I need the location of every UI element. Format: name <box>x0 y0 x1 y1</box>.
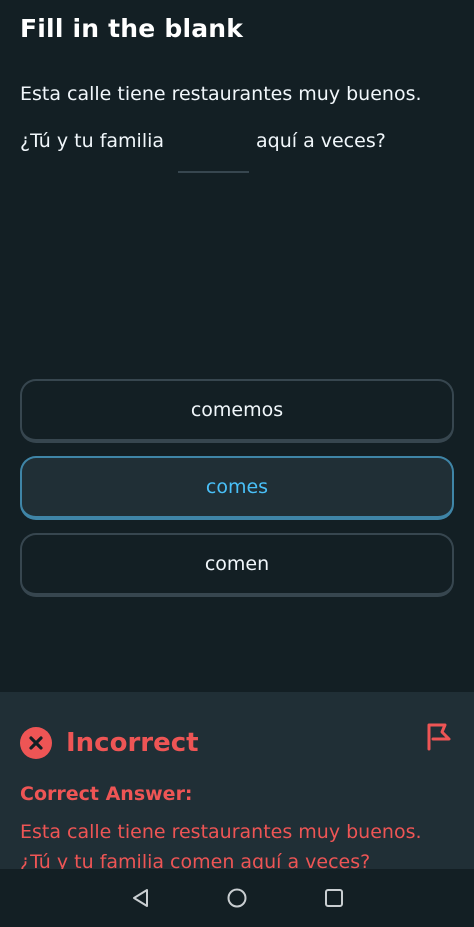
option-comes[interactable]: comes <box>20 456 454 520</box>
correct-answer-label: Correct Answer: <box>20 783 193 805</box>
question-after-text: aquí a veces? <box>256 130 386 152</box>
page-title: Fill in the blank <box>20 14 244 43</box>
correct-answer-text: Esta calle tiene restaurantes muy buenos… <box>20 821 422 869</box>
recents-square-icon[interactable] <box>322 886 346 910</box>
feedback-panel: Incorrect Correct Answer: Esta calle tie… <box>0 692 474 869</box>
option-comen[interactable]: comen <box>20 533 454 597</box>
system-nav-bar <box>0 869 474 927</box>
context-sentence: Esta calle tiene restaurantes muy buenos… <box>20 83 422 105</box>
flag-icon[interactable] <box>425 721 453 751</box>
feedback-status: Incorrect <box>66 728 199 758</box>
question-sentence: ¿Tú y tu familia aquí a veces? <box>20 130 460 178</box>
feedback-header: Incorrect <box>20 727 199 759</box>
back-triangle-icon[interactable] <box>129 886 153 910</box>
answer-blank <box>178 171 249 173</box>
home-circle-icon[interactable] <box>225 886 249 910</box>
x-circle-icon <box>20 727 52 759</box>
option-comemos[interactable]: comemos <box>20 379 454 443</box>
answer-options: comemos comes comen <box>20 379 454 610</box>
question-before-text: ¿Tú y tu familia <box>20 130 165 152</box>
